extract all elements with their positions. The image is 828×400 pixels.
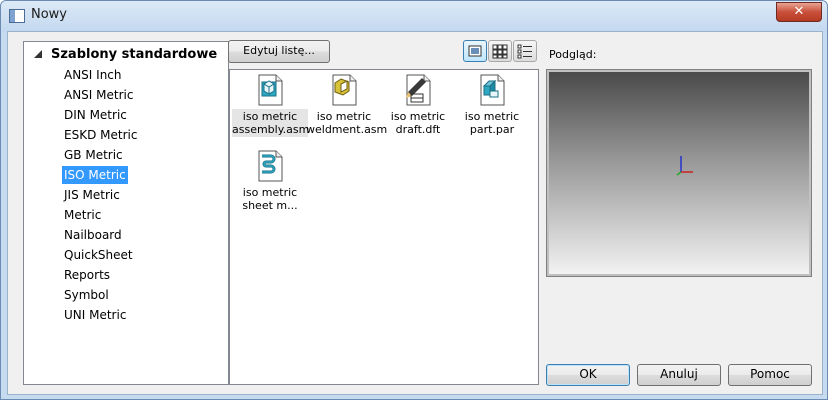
window-title: Nowy	[31, 7, 68, 22]
large-icons-view-icon	[468, 45, 482, 57]
preview-pane	[546, 69, 812, 277]
part-file-icon	[477, 74, 507, 106]
large-icons-view-button[interactable]	[463, 40, 487, 62]
tree-item-din-metric[interactable]: DIN Metric	[62, 106, 129, 124]
preview-label: Podgląd:	[549, 48, 597, 61]
file-item-assembly[interactable]: iso metric assembly.asm	[232, 74, 310, 137]
cancel-button[interactable]: Anuluj	[637, 364, 721, 386]
close-button[interactable]: ✕	[776, 2, 822, 22]
tree-item-reports[interactable]: Reports	[62, 266, 112, 284]
file-name-line1: iso metric	[390, 110, 446, 123]
tree-item-ansi-inch[interactable]: ANSI Inch	[62, 66, 124, 84]
tree-item-eskd-metric[interactable]: ESKD Metric	[62, 126, 139, 144]
file-name-line2: part.par	[469, 123, 515, 136]
file-name-line2: assembly.asm	[232, 123, 310, 136]
coordinate-axis-icon	[676, 156, 693, 176]
file-name-line2: sheet m...	[242, 199, 298, 212]
tree-item-metric[interactable]: Metric	[62, 206, 103, 224]
tree-item-symbol[interactable]: Symbol	[62, 286, 111, 304]
title-bar[interactable]: Nowy ✕	[1, 1, 827, 32]
tree-item-uni-metric[interactable]: UNI Metric	[62, 306, 128, 324]
small-icons-view-icon	[492, 44, 508, 59]
small-icons-view-button[interactable]	[488, 40, 512, 62]
assembly-file-icon	[255, 74, 285, 106]
tree-item-ansi-metric[interactable]: ANSI Metric	[62, 86, 135, 104]
file-name-line2: draft.dft	[395, 123, 441, 136]
file-name-line1: iso metric	[316, 110, 372, 123]
file-item-draft[interactable]: iso metric draft.dft	[380, 74, 456, 137]
tree-item-iso-metric[interactable]: ISO Metric	[62, 166, 128, 184]
tree-item-nailboard[interactable]: Nailboard	[62, 226, 124, 244]
tree-item-jis-metric[interactable]: JIS Metric	[62, 186, 122, 204]
file-item-sheet-metal[interactable]: iso metric sheet m...	[232, 150, 308, 213]
file-name-line1: iso metric	[242, 110, 298, 123]
list-view-button[interactable]	[513, 40, 537, 62]
sheet-metal-file-icon	[255, 150, 285, 182]
help-button[interactable]: Pomoc	[728, 364, 812, 386]
window-icon	[9, 9, 25, 23]
template-tree[interactable]: Szablony standardowe ANSI Inch ANSI Metr…	[23, 41, 229, 385]
expand-arrow-icon[interactable]	[34, 49, 42, 58]
file-name-line1: iso metric	[242, 186, 298, 199]
tree-item-quicksheet[interactable]: QuickSheet	[62, 246, 135, 264]
template-file-list[interactable]: iso metric assembly.asm iso metric weldmen…	[229, 69, 539, 385]
weldment-file-icon	[329, 74, 359, 106]
new-file-dialog: Nowy ✕ Szablony standardowe ANSI Inch AN…	[0, 0, 828, 400]
dialog-body: Szablony standardowe ANSI Inch ANSI Metr…	[7, 31, 823, 395]
file-item-weldment[interactable]: iso metric weldment.asm	[306, 74, 387, 137]
tree-item-gb-metric[interactable]: GB Metric	[62, 146, 125, 164]
ok-button[interactable]: OK	[546, 364, 630, 386]
edit-list-button[interactable]: Edytuj listę...	[228, 40, 330, 63]
file-name-line1: iso metric	[464, 110, 520, 123]
list-view-icon	[517, 44, 532, 59]
tree-root-label: Szablony standardowe	[51, 47, 218, 62]
file-name-line2: weldment.asm	[306, 123, 388, 136]
tree-root-item[interactable]: Szablony standardowe	[34, 46, 217, 64]
file-item-part[interactable]: iso metric part.par	[454, 74, 530, 137]
draft-file-icon	[403, 74, 433, 106]
